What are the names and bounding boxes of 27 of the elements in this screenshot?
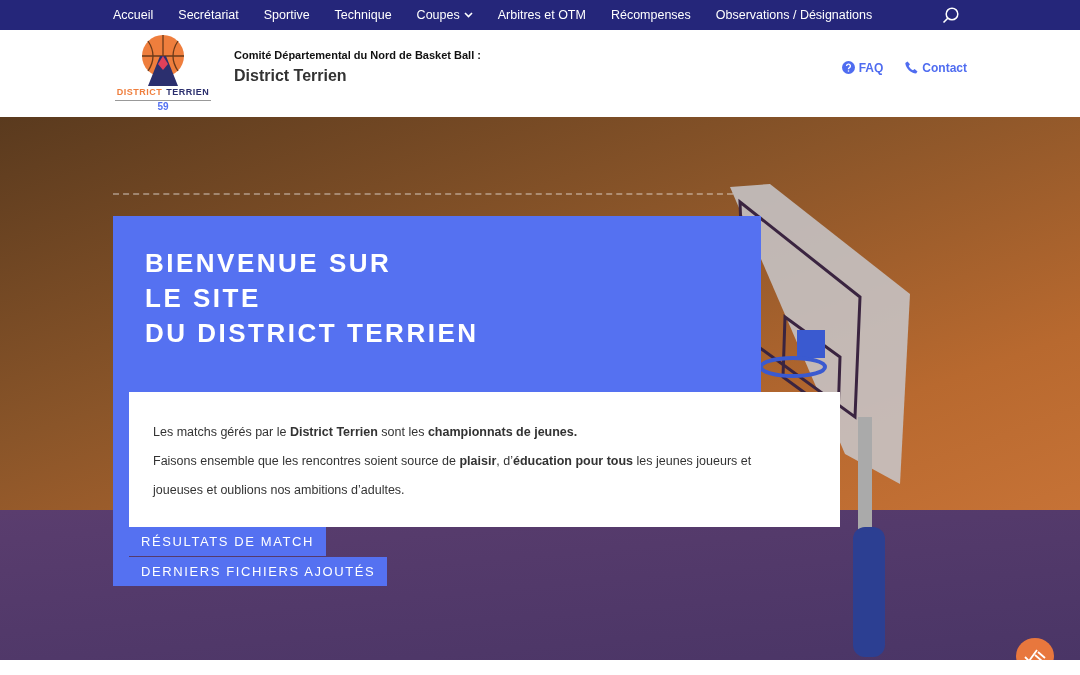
- logo-text: DISTRICT: [116, 86, 163, 100]
- nav-link[interactable]: Sportive: [263, 5, 310, 25]
- check-icon: [1024, 649, 1046, 660]
- nav-link[interactable]: Accueil: [113, 5, 154, 25]
- nav-link[interactable]: Technique: [334, 5, 392, 25]
- nav-link[interactable]: Coupes: [416, 5, 473, 25]
- hero-heading: BIENVENUE SUR: [145, 247, 393, 280]
- hero-heading: DU DISTRICT TERRIEN: [145, 317, 480, 350]
- hero-heading: LE SITE: [145, 282, 262, 315]
- site-subtitle: Comité Départemental du Nord de Basket Ball :: [234, 48, 482, 64]
- nav-link[interactable]: Secrétariat: [178, 5, 239, 25]
- help-icon: [841, 61, 855, 74]
- hero-button[interactable]: RÉSULTATS DE MATCH: [129, 527, 326, 556]
- nav-link[interactable]: Observations / Désignations: [715, 5, 873, 25]
- intro-paragraph: Faisons ensemble que les rencontres soient source de plaisir, d’éducation pour tous les jeunes joueurs et joueuses et oublions nos ambitions d’adultes.: [153, 453, 753, 499]
- phone-icon: [905, 61, 919, 74]
- logo-number: 59: [157, 100, 169, 113]
- search-icon[interactable]: [942, 6, 959, 24]
- intro-paragraph: Les matchs gérés par le District Terrien sont les championnats de jeunes.: [153, 424, 579, 441]
- nav-link[interactable]: Récompenses: [610, 5, 691, 25]
- chevron-down-icon: [463, 12, 473, 18]
- header-link[interactable]: Contact: [905, 58, 967, 77]
- site-title: District Terrien: [234, 65, 348, 86]
- header-link[interactable]: FAQ: [841, 58, 884, 77]
- hero-button[interactable]: DERNIERS FICHIERS AJOUTÉS: [129, 557, 388, 586]
- nav-link[interactable]: Arbitres et OTM: [497, 5, 586, 25]
- logo-text: TERRIEN: [166, 86, 210, 100]
